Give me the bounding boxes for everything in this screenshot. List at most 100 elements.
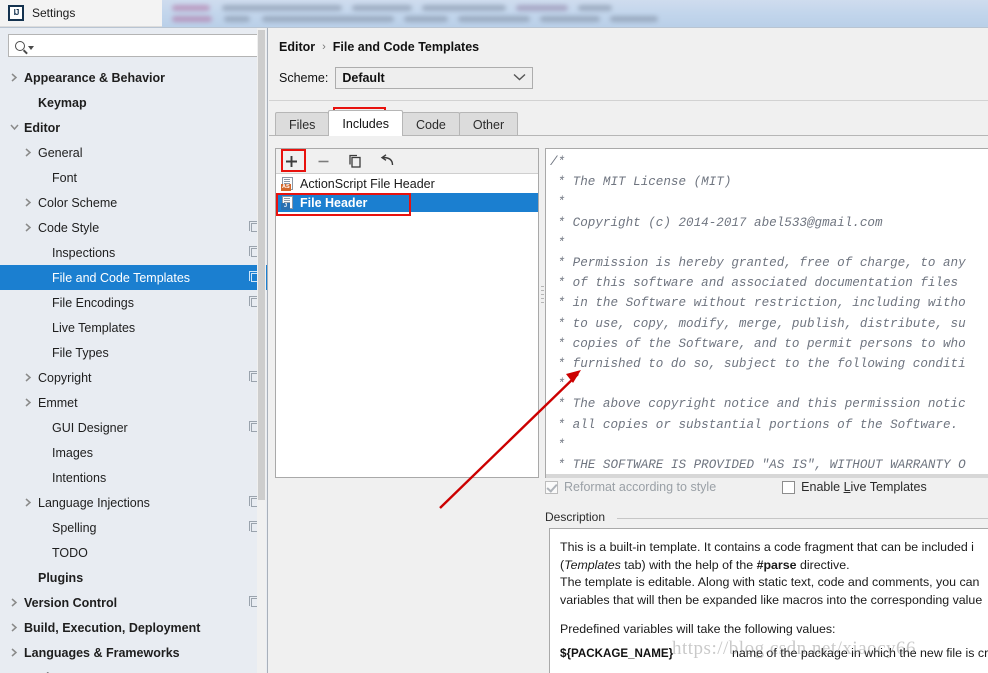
template-list-item-label: File Header	[300, 195, 368, 210]
reformat-checkbox-box[interactable]	[545, 480, 558, 494]
sidebar-item-file-encodings[interactable]: File Encodings	[0, 290, 267, 315]
description-line-2: (Templates tab) with the help of the #pa…	[560, 557, 850, 572]
add-template-button[interactable]	[281, 152, 301, 171]
template-editor[interactable]: /* * The MIT License (MIT) * * Copyright…	[545, 148, 988, 478]
tab-code[interactable]: Code	[401, 112, 460, 136]
template-list-item-label: ActionScript File Header	[300, 176, 435, 191]
sidebar-scrollbar-thumb[interactable]	[258, 30, 265, 500]
sidebar-item-label: Keymap	[38, 95, 87, 110]
chevron-right-icon[interactable]	[6, 648, 22, 657]
title-bar: IJ Settings	[0, 0, 162, 27]
predefined-variables-heading: Predefined variables will take the follo…	[560, 622, 836, 636]
sidebar-item-label: Language Injections	[38, 495, 150, 510]
live-templates-checkbox-box[interactable]	[782, 480, 796, 494]
sidebar-item-editor[interactable]: Editor	[0, 115, 267, 140]
sidebar-item-label: Plugins	[38, 570, 84, 585]
intellij-logo-icon: IJ	[8, 5, 24, 21]
sidebar-item-tools[interactable]: Tools	[0, 665, 267, 673]
search-icon	[15, 40, 25, 51]
sidebar-item-label: File Encodings	[52, 295, 134, 310]
sidebar-item-keymap[interactable]: Keymap	[0, 90, 267, 115]
predefined-variable-row: ${PACKAGE_NAME} name of the package in wh…	[560, 645, 988, 662]
chevron-right-icon[interactable]	[20, 373, 36, 382]
tab-includes[interactable]: Includes	[328, 110, 403, 136]
sidebar-item-code-style[interactable]: Code Style	[0, 215, 267, 240]
sidebar-item-emmet[interactable]: Emmet	[0, 390, 267, 415]
sidebar-item-label: Intentions	[52, 470, 107, 485]
sidebar-item-images[interactable]: Images	[0, 440, 267, 465]
sidebar-item-file-types[interactable]: File Types	[0, 340, 267, 365]
chevron-right-icon[interactable]	[6, 598, 22, 607]
template-list-toolbar	[276, 149, 538, 174]
sidebar-item-live-templates[interactable]: Live Templates	[0, 315, 267, 340]
sidebar-item-label: Emmet	[38, 395, 78, 410]
sidebar-item-copyright[interactable]: Copyright	[0, 365, 267, 390]
sidebar-item-todo[interactable]: TODO	[0, 540, 267, 565]
sidebar-item-label: Editor	[24, 120, 61, 135]
sidebar-item-general[interactable]: General	[0, 140, 267, 165]
sidebar-item-plugins[interactable]: Plugins	[0, 565, 267, 590]
breadcrumb-parent[interactable]: Editor	[279, 40, 315, 54]
search-box[interactable]	[8, 34, 259, 57]
sidebar-item-version-control[interactable]: Version Control	[0, 590, 267, 615]
sidebar-item-file-and-code-templates[interactable]: File and Code Templates	[0, 265, 267, 290]
sidebar-item-label: Live Templates	[52, 320, 136, 335]
reformat-checkbox-label: Reformat according to style	[564, 480, 717, 494]
sidebar-item-label: Languages & Frameworks	[24, 645, 180, 660]
reformat-according-to-style-checkbox[interactable]: Reformat according to style	[545, 480, 716, 494]
template-list-item[interactable]: J File Header	[276, 193, 538, 212]
sidebar-item-gui-designer[interactable]: GUI Designer	[0, 415, 267, 440]
chevron-right-icon[interactable]	[20, 148, 36, 157]
template-file-icon: AS	[281, 176, 294, 191]
remove-template-button[interactable]	[313, 152, 333, 171]
sidebar-item-label: Version Control	[24, 595, 118, 610]
tab-files[interactable]: Files	[275, 112, 330, 136]
scheme-selected-value: Default	[342, 71, 385, 85]
predefined-variable-name: ${PACKAGE_NAME}	[560, 646, 674, 660]
description-legend: Description	[545, 510, 612, 524]
scheme-row: Scheme: Default	[279, 67, 534, 89]
search-dropdown-caret-icon[interactable]	[28, 45, 34, 50]
live-templates-checkbox-label: Enable Live Templates	[801, 480, 927, 494]
editor-splitter-handle[interactable]	[540, 283, 545, 309]
sidebar-item-language-injections[interactable]: Language Injections	[0, 490, 267, 515]
sidebar-item-label: Spelling	[52, 520, 97, 535]
copy-template-button[interactable]	[345, 152, 365, 171]
settings-sidebar: Appearance & Behavior Keymap Editor General…	[0, 28, 268, 673]
description-frame-line	[617, 518, 988, 519]
tab-other[interactable]: Other	[458, 112, 519, 136]
template-category-tabs: Files Includes Code Other	[275, 110, 519, 136]
revert-template-button[interactable]	[377, 152, 397, 171]
parse-directive: #parse	[756, 557, 797, 572]
chevron-right-icon[interactable]	[20, 223, 36, 232]
template-list-panel: AS ActionScript File Header J File Header	[275, 148, 539, 478]
chevron-right-icon[interactable]	[20, 498, 36, 507]
chevron-right-icon[interactable]	[20, 198, 36, 207]
enable-live-templates-checkbox[interactable]: Enable Live Templates	[782, 480, 927, 494]
sidebar-item-appearance-behavior[interactable]: Appearance & Behavior	[0, 65, 267, 90]
sidebar-item-languages-frameworks[interactable]: Languages & Frameworks	[0, 640, 267, 665]
editor-horizontal-scrollbar[interactable]	[546, 474, 988, 478]
sidebar-item-label: Color Scheme	[38, 195, 118, 210]
scheme-dropdown[interactable]: Default	[335, 67, 534, 89]
sidebar-item-label: Copyright	[38, 370, 92, 385]
sidebar-item-label: Font	[52, 170, 78, 185]
chevron-down-icon[interactable]	[6, 123, 22, 132]
sidebar-item-label: GUI Designer	[52, 420, 128, 435]
chevron-right-icon[interactable]	[6, 73, 22, 82]
sidebar-item-label: Images	[52, 445, 93, 460]
search-input[interactable]	[36, 38, 258, 53]
sidebar-item-build-execution-deployment[interactable]: Build, Execution, Deployment	[0, 615, 267, 640]
settings-tree: Appearance & Behavior Keymap Editor General…	[0, 61, 267, 673]
template-editor-text[interactable]: /* * The MIT License (MIT) * * Copyright…	[546, 149, 988, 477]
template-list-item[interactable]: AS ActionScript File Header	[276, 174, 538, 193]
sidebar-item-spelling[interactable]: Spelling	[0, 515, 267, 540]
chevron-right-icon[interactable]	[20, 398, 36, 407]
chevron-right-icon[interactable]	[6, 623, 22, 632]
sidebar-item-intentions[interactable]: Intentions	[0, 465, 267, 490]
sidebar-item-label: Code Style	[38, 220, 100, 235]
sidebar-scrollbar[interactable]	[257, 28, 266, 673]
sidebar-item-color-scheme[interactable]: Color Scheme	[0, 190, 267, 215]
sidebar-item-font[interactable]: Font	[0, 165, 267, 190]
sidebar-item-inspections[interactable]: Inspections	[0, 240, 267, 265]
